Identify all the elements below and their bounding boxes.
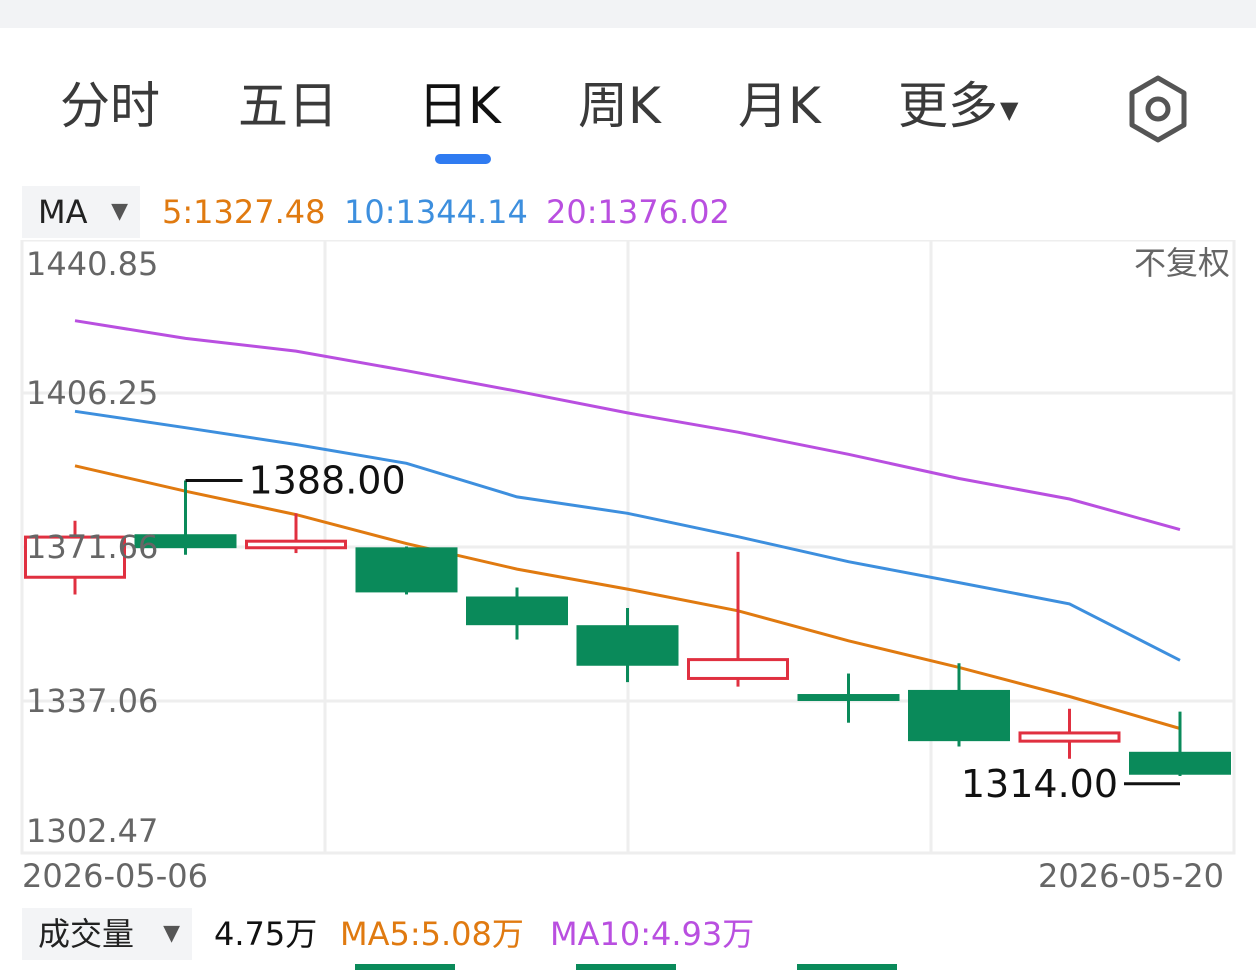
ma10-legend: 10:1344.14 <box>344 193 528 231</box>
y-tick-label: 1302.47 <box>26 812 158 850</box>
caret-down-icon: ▼ <box>163 921 180 946</box>
caret-down-icon: ▼ <box>111 199 128 224</box>
tab-intraday[interactable]: 分时 <box>60 74 160 138</box>
top-status-strip <box>0 0 1256 28</box>
x-tick-label-start: 2026-05-06 <box>22 857 208 895</box>
volume-bar <box>797 964 897 970</box>
candle-body-down <box>1129 751 1231 775</box>
volume-legend-bar: 成交量 ▼ 4.75万 MA5:5.08万 MA10:4.93万 <box>0 904 1256 964</box>
adjust-label: 不复权 <box>1134 244 1230 282</box>
x-tick-label-end: 2026-05-20 <box>1038 857 1224 895</box>
low-marker-label: 1314.00 <box>961 762 1118 806</box>
volume-select-label: 成交量 <box>38 915 135 953</box>
candle-body-down <box>908 689 1010 742</box>
ma5-legend: 5:1327.48 <box>162 193 326 231</box>
candle-body-up <box>1018 731 1121 743</box>
y-tick-label: 1406.25 <box>26 374 158 412</box>
volume-ma10: MA10:4.93万 <box>550 915 755 953</box>
high-marker-label: 1388.00 <box>249 459 406 503</box>
candle-body-down <box>466 596 568 626</box>
ma20-legend: 20:1376.02 <box>546 193 730 231</box>
ma-select-label: MA <box>38 193 88 231</box>
period-tabs: 分时 五日 日K 周K 月K 更多▼ <box>0 60 1256 170</box>
ma-indicator-select[interactable]: MA ▼ <box>22 186 140 238</box>
volume-bar <box>576 964 676 970</box>
candle-body-up <box>245 539 347 550</box>
volume-bar <box>355 964 455 970</box>
volume-value: 4.75万 <box>214 915 318 953</box>
tab-monthly-k[interactable]: 月K <box>738 74 821 138</box>
tab-weekly-k[interactable]: 周K <box>578 74 661 138</box>
tab-five-day[interactable]: 五日 <box>238 74 338 138</box>
candle-body-down <box>355 547 458 593</box>
tab-more-label: 更多 <box>898 77 998 135</box>
hexagon-settings-icon[interactable] <box>1126 74 1190 144</box>
active-tab-indicator <box>435 154 491 164</box>
y-tick-label: 1337.06 <box>26 682 158 720</box>
candle-body-down <box>797 694 900 701</box>
caret-down-icon: ▼ <box>1000 95 1019 124</box>
y-tick-label: 1440.85 <box>26 245 158 283</box>
tab-more[interactable]: 更多▼ <box>898 74 1018 142</box>
volume-indicator-select[interactable]: 成交量 ▼ <box>22 908 192 960</box>
tab-daily-k[interactable]: 日K <box>418 74 501 138</box>
volume-ma5: MA5:5.08万 <box>340 915 524 953</box>
candlestick-chart[interactable]: 1440.85 1406.25 1371.66 1337.06 1302.47 不复权 13… <box>0 240 1256 904</box>
y-tick-label: 1371.66 <box>26 528 158 566</box>
candle-body-up <box>687 658 789 680</box>
candle-body-down <box>576 625 679 666</box>
ma-legend-bar: MA ▼ 5:1327.48 10:1344.14 20:1376.02 <box>0 184 1256 240</box>
